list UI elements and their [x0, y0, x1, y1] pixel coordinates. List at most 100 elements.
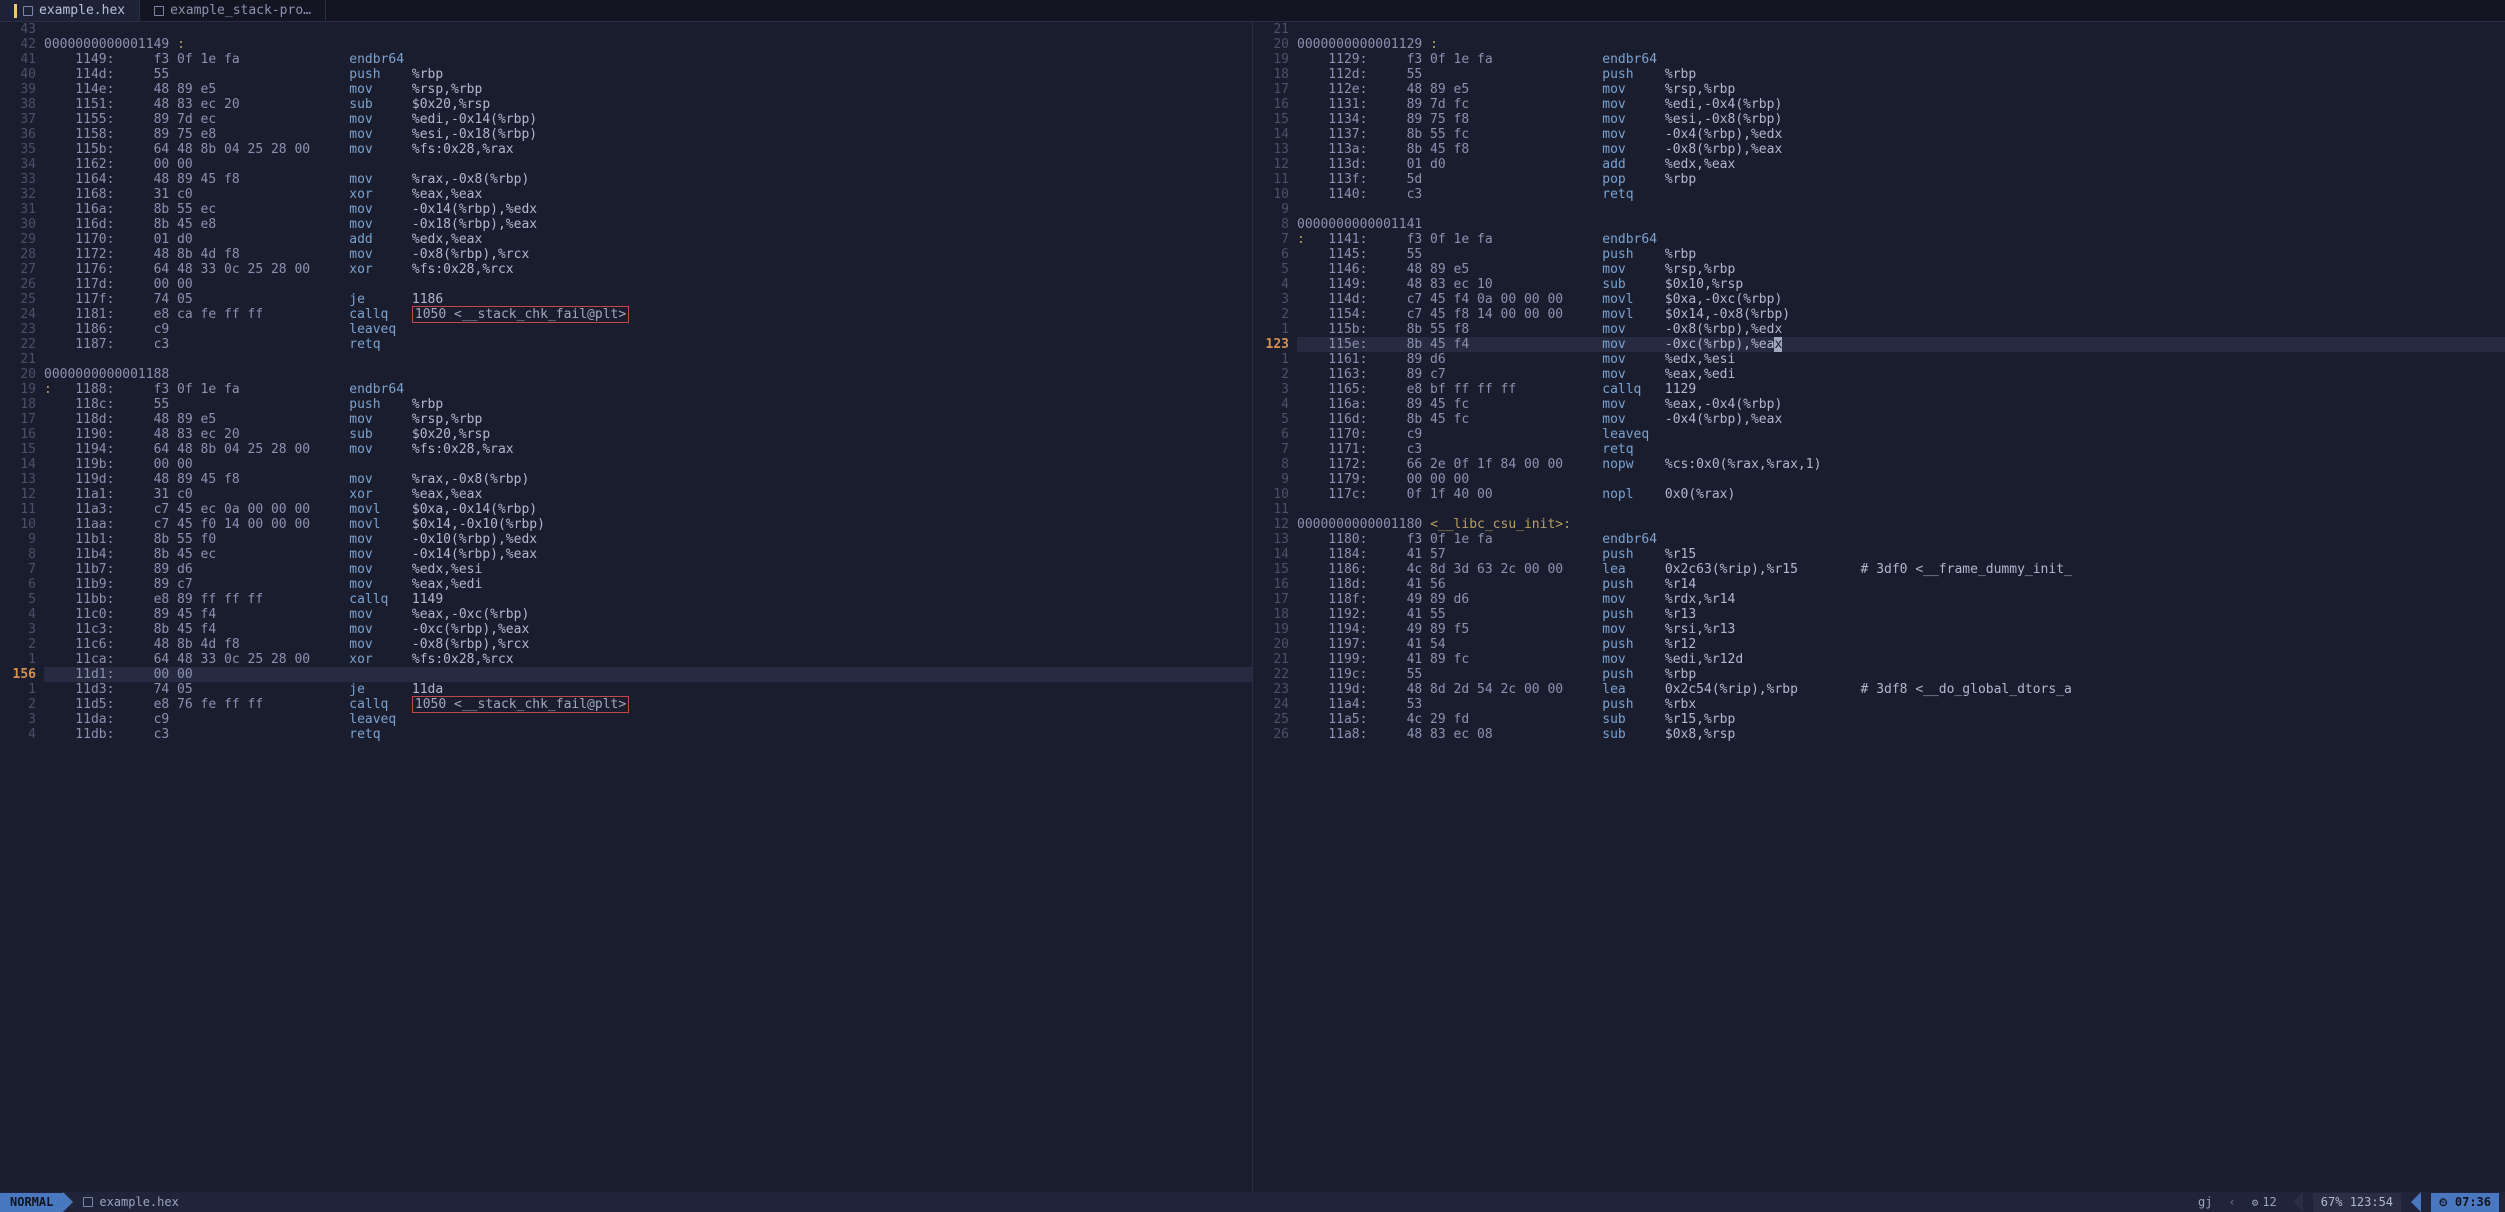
status-clock: 07:36: [2431, 1193, 2499, 1212]
code-line: 1155: 89 7d ec mov %edi,-0x14(%rbp): [44, 112, 1252, 127]
line-number: 22: [1253, 667, 1289, 682]
line-number: 36: [0, 127, 36, 142]
code-line: 1170: 01 d0 add %edx,%eax: [44, 232, 1252, 247]
line-number: 23: [1253, 682, 1289, 697]
code-line: 1162: 00 00: [44, 157, 1252, 172]
text-cursor: x: [1774, 337, 1782, 352]
status-gear-value: 12: [2262, 1195, 2276, 1210]
code-line: 113d: 01 d0 add %edx,%eax: [1297, 157, 2505, 172]
code-line: 11d1: 00 00: [44, 667, 1252, 682]
line-number-gutter: 4342414039383736353433323130292827262524…: [0, 22, 44, 1192]
code-line: 1131: 89 7d fc mov %edi,-0x4(%rbp): [1297, 97, 2505, 112]
line-number: 1: [0, 652, 36, 667]
code-line: [44, 352, 1252, 367]
left-pane[interactable]: 4342414039383736353433323130292827262524…: [0, 22, 1252, 1192]
code-line: 11c6: 48 8b 4d f8 mov -0x8(%rbp),%rcx: [44, 637, 1252, 652]
code-line: 117f: 74 05 je 1186: [44, 292, 1252, 307]
code-line: 119d: 48 89 45 f8 mov %rax,-0x8(%rbp): [44, 472, 1252, 487]
status-last-cmd-text: gj: [2198, 1195, 2212, 1210]
tab-example-stack-pro[interactable]: example_stack-pro…: [140, 0, 326, 21]
line-number: 6: [1253, 427, 1289, 442]
line-number: 35: [0, 142, 36, 157]
status-position: 67% 123:54: [2313, 1193, 2401, 1212]
line-number: 34: [0, 157, 36, 172]
code-line: 1184: 41 57 push %r15: [1297, 547, 2505, 562]
line-number: 4: [1253, 277, 1289, 292]
line-number: 15: [1253, 112, 1289, 127]
line-number-gutter: 2120191817161514131211109876543211231234…: [1253, 22, 1297, 1192]
line-number: 27: [0, 262, 36, 277]
separator-arrow-icon: [63, 1192, 73, 1212]
line-number: 16: [1253, 97, 1289, 112]
right-pane[interactable]: 2120191817161514131211109876543211231234…: [1252, 22, 2505, 1192]
code-line: 11b9: 89 c7 mov %eax,%edi: [44, 577, 1252, 592]
code-line: 1168: 31 c0 xor %eax,%eax: [44, 187, 1252, 202]
line-number: 20: [1253, 37, 1289, 52]
line-number: 15: [1253, 562, 1289, 577]
line-number: 19: [1253, 622, 1289, 637]
code-line: 1151: 48 83 ec 20 sub $0x20,%rsp: [44, 97, 1252, 112]
line-number: 13: [0, 472, 36, 487]
line-number: 10: [0, 517, 36, 532]
line-number: 15: [0, 442, 36, 457]
line-number: 26: [0, 277, 36, 292]
line-number: 30: [0, 217, 36, 232]
code-line: 1192: 41 55 push %r13: [1297, 607, 2505, 622]
code-line: 118d: 41 56 push %r14: [1297, 577, 2505, 592]
line-number: 12: [0, 487, 36, 502]
code-line: 112e: 48 89 e5 mov %rsp,%rbp: [1297, 82, 2505, 97]
line-number: 22: [0, 337, 36, 352]
code-line: 113f: 5d pop %rbp: [1297, 172, 2505, 187]
line-number: 9: [0, 532, 36, 547]
line-number: 7: [1253, 232, 1289, 247]
vim-mode: NORMAL: [0, 1193, 63, 1212]
line-number: 3: [0, 712, 36, 727]
line-number: 20: [0, 367, 36, 382]
code-line: 114d: 55 push %rbp: [44, 67, 1252, 82]
line-number: 37: [0, 112, 36, 127]
line-number: 26: [1253, 727, 1289, 742]
line-number: 9: [1253, 202, 1289, 217]
status-bar: NORMAL example.hex gj 12 67% 123:54 07:3…: [0, 1192, 2505, 1212]
line-number: 21: [0, 352, 36, 367]
line-number: 6: [1253, 247, 1289, 262]
code-line: 11b4: 8b 45 ec mov -0x14(%rbp),%eax: [44, 547, 1252, 562]
line-number: 13: [1253, 532, 1289, 547]
code-line: 114e: 48 89 e5 mov %rsp,%rbp: [44, 82, 1252, 97]
clock-icon: [2439, 1195, 2448, 1209]
line-number: 16: [1253, 577, 1289, 592]
line-number: 4: [1253, 397, 1289, 412]
code-line: 1187: c3 retq: [44, 337, 1252, 352]
code-line: 1199: 41 89 fc mov %edi,%r12d: [1297, 652, 2505, 667]
line-number: 12: [1253, 517, 1289, 532]
line-number: 1: [1253, 322, 1289, 337]
code-line: 113a: 8b 45 f8 mov -0x8(%rbp),%eax: [1297, 142, 2505, 157]
code-area-right[interactable]: 0000000000001129 : 1129: f3 0f 1e fa end…: [1297, 22, 2505, 1192]
code-area-left[interactable]: 0000000000001149 : 1149: f3 0f 1e fa end…: [44, 22, 1252, 1192]
line-number: 20: [1253, 637, 1289, 652]
line-number: 13: [1253, 142, 1289, 157]
code-line: 11d3: 74 05 je 11da: [44, 682, 1252, 697]
line-number: 11: [1253, 172, 1289, 187]
line-number: 5: [1253, 412, 1289, 427]
code-line: 116d: 8b 45 e8 mov -0x18(%rbp),%eax: [44, 217, 1252, 232]
code-line: [1297, 502, 2505, 517]
line-number: 31: [0, 202, 36, 217]
line-number: 2: [0, 637, 36, 652]
highlight-match: 1050 <__stack_chk_fail@plt>: [412, 696, 629, 713]
code-line: 0000000000001180 <__libc_csu_init>:: [1297, 517, 2505, 532]
tab-example-hex[interactable]: example.hex: [0, 0, 140, 21]
code-line: 1163: 89 c7 mov %eax,%edi: [1297, 367, 2505, 382]
line-number: 25: [0, 292, 36, 307]
line-number: 156: [0, 667, 36, 682]
tab-active-indicator: [14, 4, 17, 18]
line-number: 29: [0, 232, 36, 247]
line-number: 19: [0, 382, 36, 397]
code-line: [44, 22, 1252, 37]
code-line: 11bb: e8 89 ff ff ff callq 1149: [44, 592, 1252, 607]
code-line: 1170: c9 leaveq: [1297, 427, 2505, 442]
code-line: 119d: 48 8d 2d 54 2c 00 00 lea 0x2c54(%r…: [1297, 682, 2505, 697]
status-gear: 12: [2246, 1195, 2283, 1210]
code-line: 11d5: e8 76 fe ff ff callq 1050 <__stack…: [44, 697, 1252, 712]
code-line: 11a5: 4c 29 fd sub %r15,%rbp: [1297, 712, 2505, 727]
